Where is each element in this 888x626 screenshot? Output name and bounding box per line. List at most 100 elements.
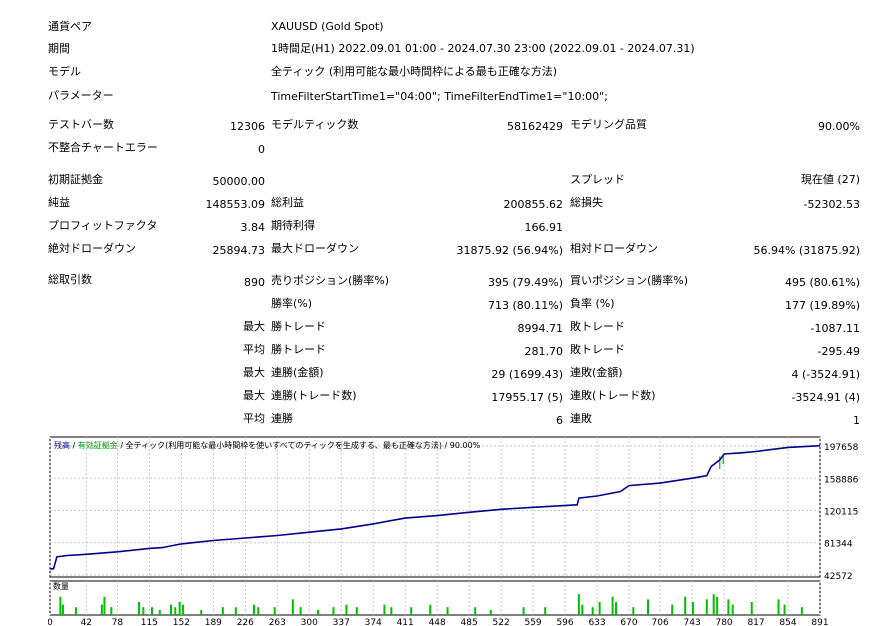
x-tick-label: 115 [141,618,158,626]
max-consecutive-prefix: 最大 [243,366,265,379]
volume-bar [332,607,335,615]
volume-bar [178,602,181,615]
model-value: 全ティック (利用可能な最小時間枠による最も正確な方法) [271,65,558,78]
chart-legend: 残高 / 有効証拠金 / 全ティック(利用可能な最小時間枠を使いすべてのティック… [54,440,481,450]
x-tick-label: 263 [269,618,286,626]
x-tick-label: 374 [365,618,382,626]
deposit-label: 初期証拠金 [48,173,103,186]
volume-label: 数量 [53,581,69,591]
x-tick-label: 485 [461,618,478,626]
total-trades-label: 総取引数 [48,273,92,286]
loss-rate-value: 177 (19.89%) [784,299,860,312]
relative-drawdown-value: 56.94% (31875.92) [753,244,860,257]
x-tick-label: 743 [684,618,701,626]
period-value: 1時間足(H1) 2022.09.01 01:00 - 2024.07.30 2… [271,42,695,55]
symbol-value: XAUUSD (Gold Spot) [271,20,384,33]
x-tick-label: 706 [652,618,669,626]
x-tick-label: 78 [112,618,124,626]
legend-entry: 有効証拠金 [78,440,118,450]
bars-label: テストバー数 [48,118,114,131]
volume-bar [615,602,618,615]
volume-bar [257,607,260,615]
bars-value: 12306 [230,120,265,133]
volume-bar [716,596,719,615]
volume-bar [234,607,237,615]
average-consecutive-wins-label: 連勝 [271,412,293,425]
x-tick-label: 854 [779,618,796,626]
expected-payoff-label: 期待利得 [271,219,315,232]
parameters-label: パラメーター [48,89,114,102]
x-tick-label: 559 [524,618,541,626]
volume-bar [74,607,77,615]
y-tick-label: 120115 [824,508,858,518]
win-rate-value: 713 (80.11%) [487,299,563,312]
y-tick-label: 197658 [824,443,859,453]
max-consecutive-loss-value: -3524.91 (4) [791,391,860,404]
volume-bar [712,594,715,615]
volume-bar [489,609,492,615]
gross-loss-label: 総損失 [570,196,603,209]
x-tick-label: 670 [620,618,637,626]
average-prefix: 平均 [243,343,265,356]
volume-bar [581,604,584,615]
max-consecutive-loss-label: 連敗(トレード数) [570,389,656,402]
y-tick-label: 81344 [824,540,853,550]
volume-bar [777,599,780,615]
absolute-drawdown-label: 絶対ドローダウン [48,242,136,255]
volume-bar [705,599,708,615]
long-positions-value: 495 (80.61%) [784,276,860,289]
volume-bar [316,609,319,615]
total-trades-value: 890 [244,276,265,289]
volume-bar [410,607,413,615]
average-loss-label: 敗トレード [570,343,625,356]
volume-bar [691,602,694,615]
quality-value: 90.00% [818,120,860,133]
volume-bar [221,607,224,615]
max-consecutive-profit-value: 17955.17 (5) [491,391,563,404]
gross-profit-value: 200855.62 [503,198,564,211]
max-consecutive-wins-value: 29 (1699.43) [491,368,563,381]
max-drawdown-value: 31875.92 (56.94%) [456,244,563,257]
volume-bar [182,604,185,615]
legend-entry: 全ティック(利用可能な最小時間枠を使いすべてのティックを生成する、最も正確な方法… [126,440,442,450]
average-loss-value: -295.49 [817,345,860,358]
volume-bar [783,604,786,615]
deposit-value: 50000.00 [212,175,266,188]
short-positions-label: 売りポジション(勝率%) [271,274,390,287]
absolute-drawdown-value: 25894.73 [212,244,266,257]
max-consecutive-wins-label: 連勝(金額) [271,366,324,379]
volume-bar [252,604,255,615]
loss-rate-label: 負率 (%) [570,297,615,310]
max-consecutive-trades-prefix: 最大 [243,389,265,402]
x-tick-label: 596 [556,618,573,626]
volume-bar [299,607,302,615]
volume-bar [684,596,687,615]
volume-bar [731,604,734,615]
volume-bar [446,607,449,615]
volume-bar [273,607,276,615]
balance-chart: 197658 158886 120115 81344 42572 0 42 78 115 152 1… [48,436,859,626]
volume-bar [103,596,106,615]
x-tick-label: 337 [333,618,350,626]
x-tick-label: 189 [205,618,222,626]
volume-bar [61,604,64,615]
x-tick-label: 300 [301,618,318,626]
mismatch-value: 0 [258,143,265,156]
x-tick-label: 411 [397,618,414,626]
gross-profit-label: 総利益 [271,196,304,209]
volume-bar [110,607,113,615]
max-consecutive-losses-label: 連敗(金額) [570,366,623,379]
model-label: モデル [48,65,81,78]
largest-win-label: 勝トレード [271,320,326,333]
volume-bar [522,607,525,615]
volume-bar [390,607,393,615]
average-win-label: 勝トレード [271,343,326,356]
volume-bar [138,602,141,615]
profit-factor-value: 3.84 [240,221,266,234]
net-profit-label: 純益 [48,196,70,209]
volume-bar [647,599,650,615]
volume-bar [598,602,601,615]
volume-bar [291,599,294,615]
max-consecutive-losses-value: 4 (-3524.91) [791,368,860,381]
average-consecutive-losses-label: 連敗 [570,412,592,425]
